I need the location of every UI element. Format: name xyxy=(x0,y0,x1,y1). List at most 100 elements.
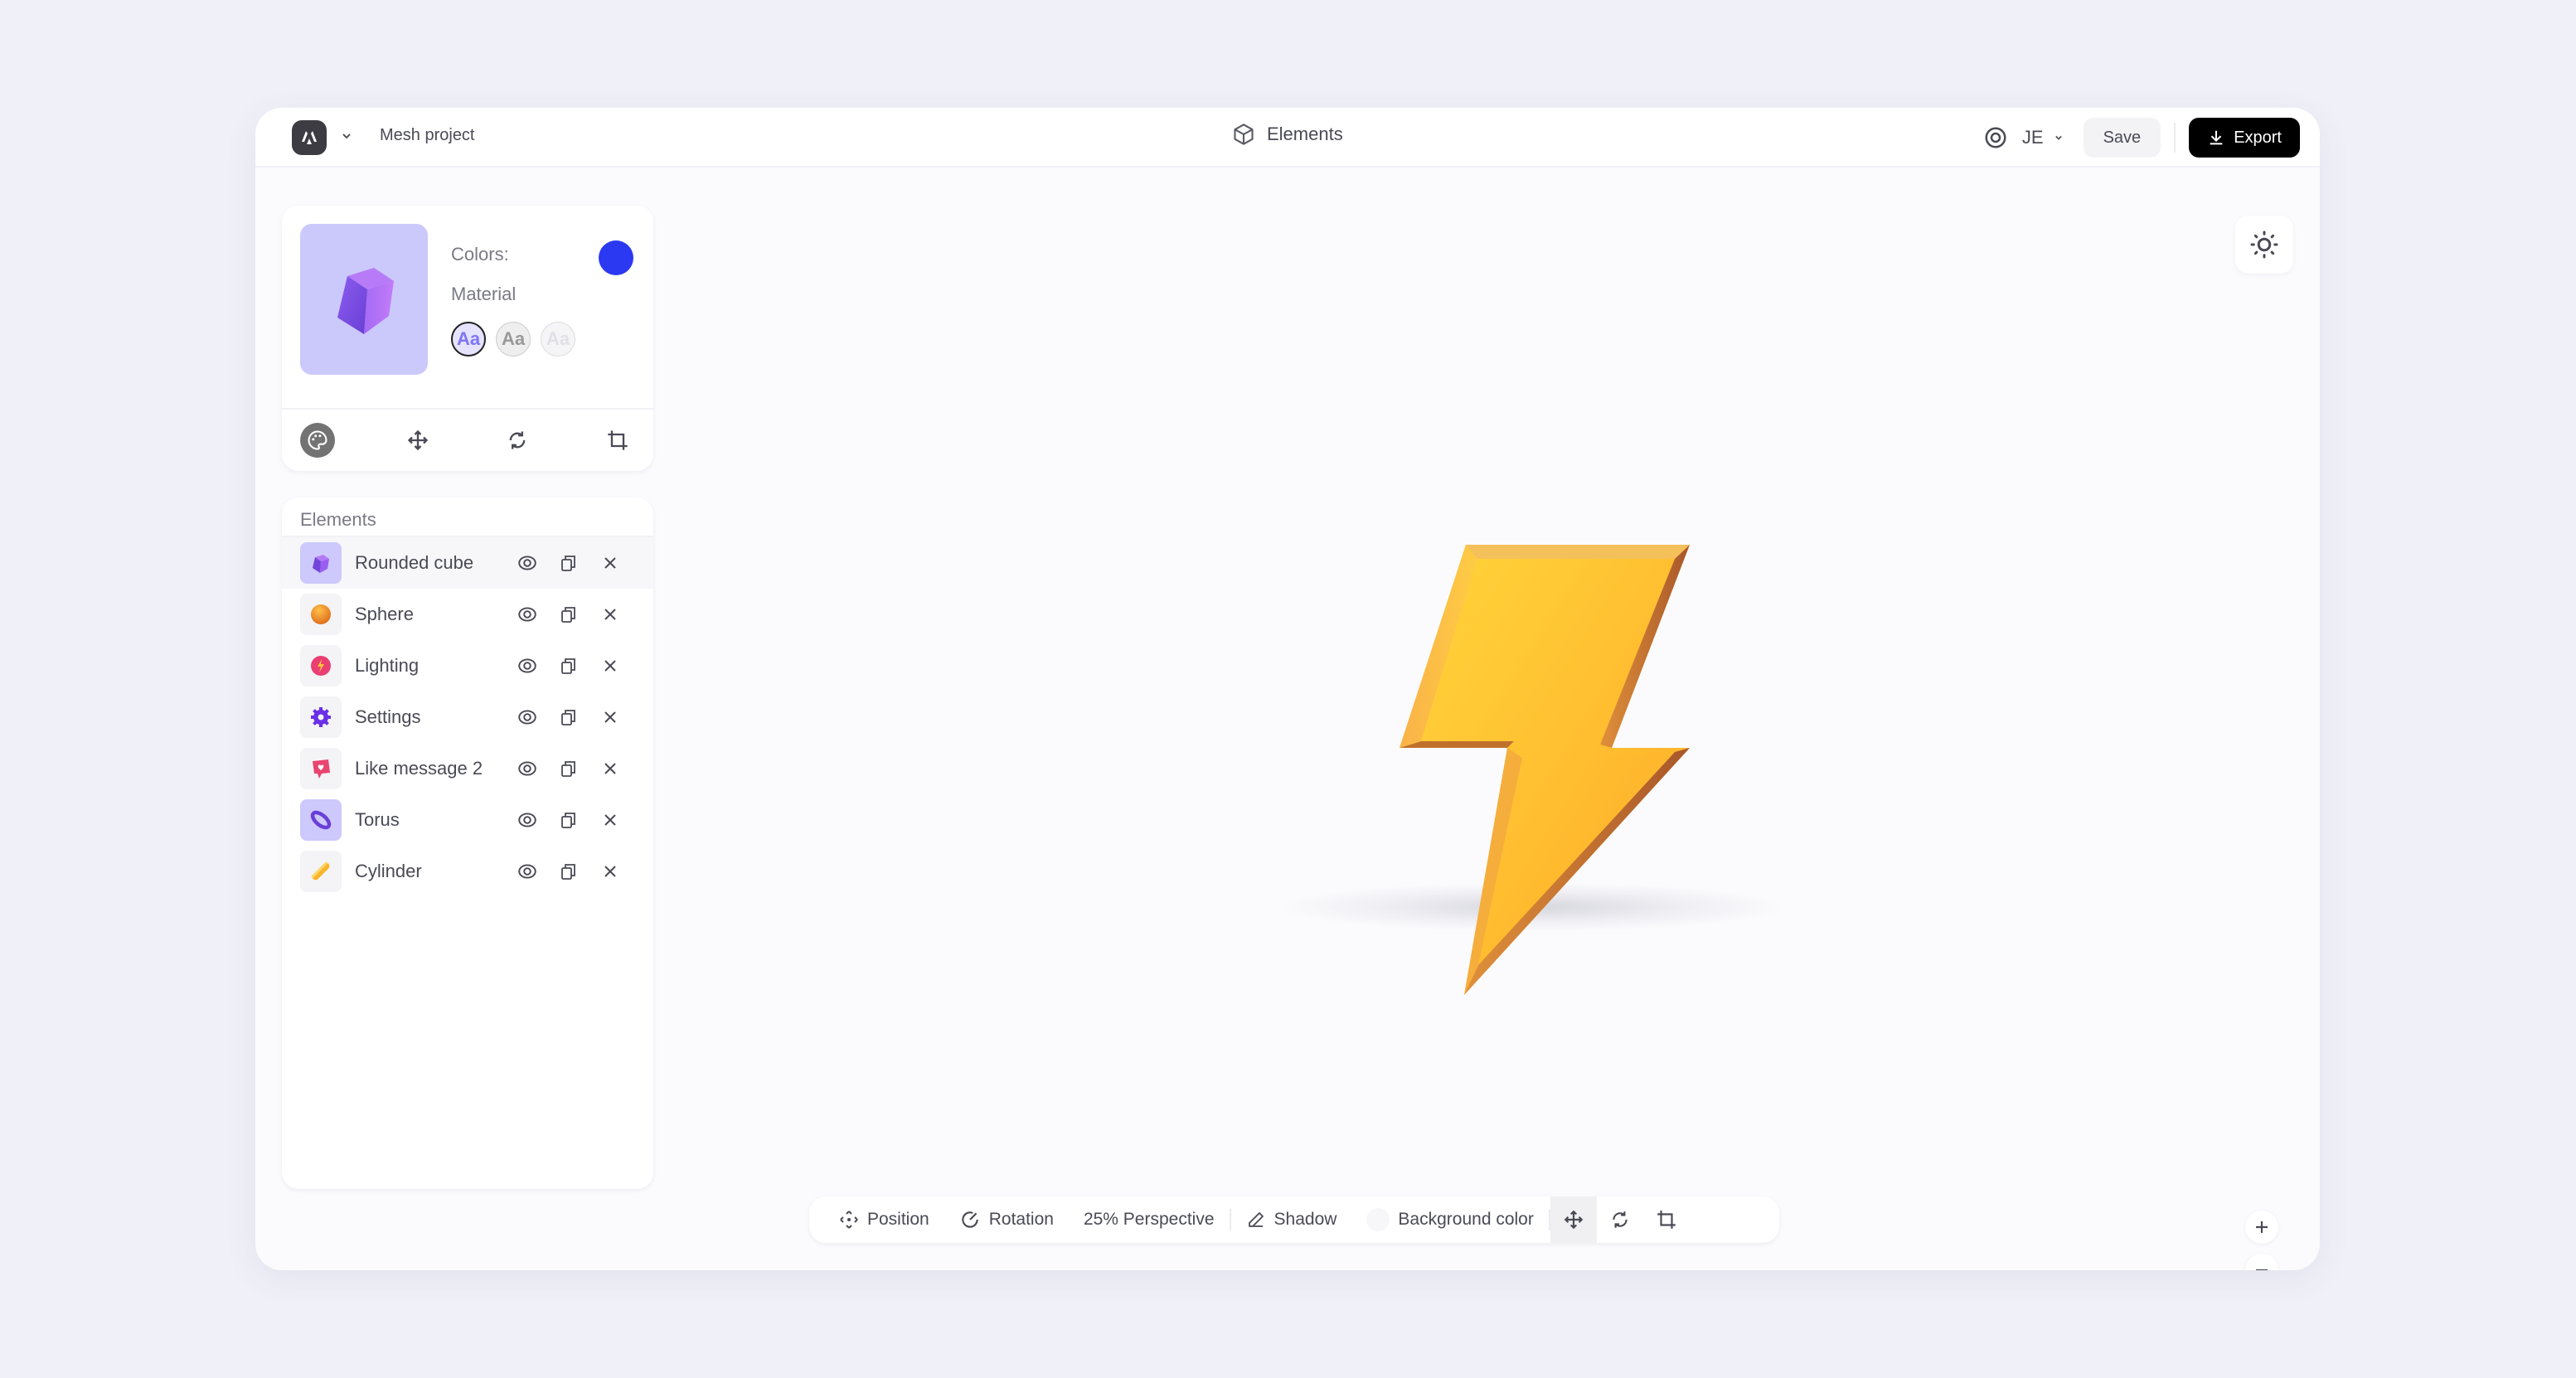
duplicate-button[interactable] xyxy=(555,704,582,730)
page-title-text: Elements xyxy=(1267,124,1343,144)
move-tool-button[interactable] xyxy=(400,423,435,458)
user-menu[interactable]: JE xyxy=(2022,127,2065,148)
close-icon xyxy=(604,711,616,723)
duplicate-button[interactable] xyxy=(555,653,582,679)
preview-button[interactable] xyxy=(1981,123,2011,153)
divider xyxy=(2174,123,2176,153)
delete-button[interactable] xyxy=(597,704,623,730)
list-item[interactable]: Torus xyxy=(282,794,653,846)
eye-icon xyxy=(518,607,536,622)
position-button[interactable]: Position xyxy=(809,1196,944,1243)
rotate-tool-button[interactable] xyxy=(1597,1196,1643,1243)
perspective-button[interactable]: 25% Perspective xyxy=(1069,1196,1230,1243)
material-option-glass[interactable]: Aa xyxy=(541,322,575,357)
lighting-toggle-button[interactable] xyxy=(2235,216,2293,274)
zoom-out-button[interactable] xyxy=(2245,1254,2278,1270)
duplicate-button[interactable] xyxy=(555,601,582,628)
element-name: Cylinder xyxy=(355,861,422,881)
copy-icon xyxy=(561,761,575,777)
lightning-bolt-object[interactable] xyxy=(1383,524,1698,1005)
bottom-toolbar: Position Rotation 25% Perspective Shadow… xyxy=(809,1196,1779,1243)
visibility-button[interactable] xyxy=(514,601,541,628)
duplicate-button[interactable] xyxy=(555,755,582,782)
canvas-viewport[interactable] xyxy=(670,169,2320,1270)
visibility-button[interactable] xyxy=(514,704,541,730)
rotate-icon xyxy=(509,431,526,449)
visibility-button[interactable] xyxy=(514,755,541,782)
app-logo[interactable] xyxy=(292,120,327,155)
palette-icon xyxy=(308,430,327,450)
rotation-button[interactable]: Rotation xyxy=(944,1196,1069,1243)
shadow-button[interactable]: Shadow xyxy=(1231,1196,1352,1243)
duplicate-button[interactable] xyxy=(555,807,582,833)
close-icon xyxy=(604,609,616,620)
cylinder-icon xyxy=(300,851,342,892)
minus-icon xyxy=(2256,1269,2268,1270)
export-label: Export xyxy=(2234,128,2282,147)
app-window: Mesh project Elements JE Save Export Col… xyxy=(255,108,2320,1270)
page-title: Elements xyxy=(1232,123,1343,146)
move-tool-button[interactable] xyxy=(1550,1196,1597,1243)
crop-tool-button[interactable] xyxy=(600,423,635,458)
project-name[interactable]: Mesh project xyxy=(380,126,475,145)
visibility-button[interactable] xyxy=(514,858,541,885)
delete-button[interactable] xyxy=(597,601,623,628)
cube-outline-icon xyxy=(1234,124,1254,145)
visibility-button[interactable] xyxy=(514,807,541,833)
user-initials: JE xyxy=(2021,127,2044,148)
copy-icon xyxy=(561,658,575,674)
list-item[interactable]: Settings xyxy=(282,691,653,743)
background-color-label: Background color xyxy=(1398,1210,1534,1229)
list-item[interactable]: Cylinder xyxy=(282,846,653,897)
export-button[interactable]: Export xyxy=(2189,118,2300,158)
sun-icon xyxy=(2250,230,2278,259)
delete-button[interactable] xyxy=(597,858,623,885)
delete-button[interactable] xyxy=(597,653,623,679)
eye-icon xyxy=(518,864,536,879)
torus-icon xyxy=(300,799,342,841)
visibility-button[interactable] xyxy=(514,550,541,576)
element-name: Sphere xyxy=(355,604,414,624)
list-item[interactable]: Rounded cube xyxy=(282,537,653,589)
elements-list: Rounded cube Sphere Lighting Settings Li… xyxy=(282,536,653,897)
eye-icon xyxy=(518,761,536,776)
chevron-down-icon[interactable] xyxy=(338,128,355,144)
delete-button[interactable] xyxy=(597,550,623,576)
rotate-tool-button[interactable] xyxy=(500,423,535,458)
copy-icon xyxy=(561,556,575,571)
header: Mesh project Elements JE Save Export xyxy=(255,108,2320,167)
delete-button[interactable] xyxy=(597,807,623,833)
color-swatch[interactable] xyxy=(599,240,633,275)
copy-icon xyxy=(561,864,575,880)
move-icon xyxy=(407,429,428,451)
list-item[interactable]: Like message 2 xyxy=(282,743,653,794)
list-item[interactable]: Sphere xyxy=(282,589,653,640)
chevron-down-icon xyxy=(2054,135,2062,140)
delete-button[interactable] xyxy=(597,755,623,782)
material-option-glossy[interactable]: Aa xyxy=(451,322,486,357)
duplicate-button[interactable] xyxy=(555,858,582,885)
element-name: Like message 2 xyxy=(355,758,483,779)
duplicate-button[interactable] xyxy=(555,550,582,576)
zoom-in-button[interactable] xyxy=(2245,1211,2278,1244)
background-color-swatch xyxy=(1366,1208,1390,1231)
material-label: Material xyxy=(451,284,517,304)
download-icon xyxy=(2210,130,2223,145)
rotation-label: Rotation xyxy=(988,1210,1054,1229)
crop-tool-button[interactable] xyxy=(1643,1196,1690,1243)
list-item[interactable]: Lighting xyxy=(282,640,653,691)
logo-icon xyxy=(302,131,317,144)
palette-tool-button[interactable] xyxy=(300,423,335,458)
copy-icon xyxy=(561,710,575,725)
position-icon xyxy=(840,1211,858,1229)
background-color-button[interactable]: Background color xyxy=(1351,1196,1548,1243)
visibility-button[interactable] xyxy=(514,653,541,679)
plus-icon xyxy=(2256,1221,2268,1233)
rotation-icon xyxy=(961,1211,978,1228)
material-panel: Colors: Material Aa Aa Aa xyxy=(282,206,653,471)
material-option-metal[interactable]: Aa xyxy=(496,322,531,357)
eye-icon xyxy=(518,556,536,570)
save-button[interactable]: Save xyxy=(2083,118,2161,158)
copy-icon xyxy=(561,813,575,828)
close-icon xyxy=(604,660,616,672)
